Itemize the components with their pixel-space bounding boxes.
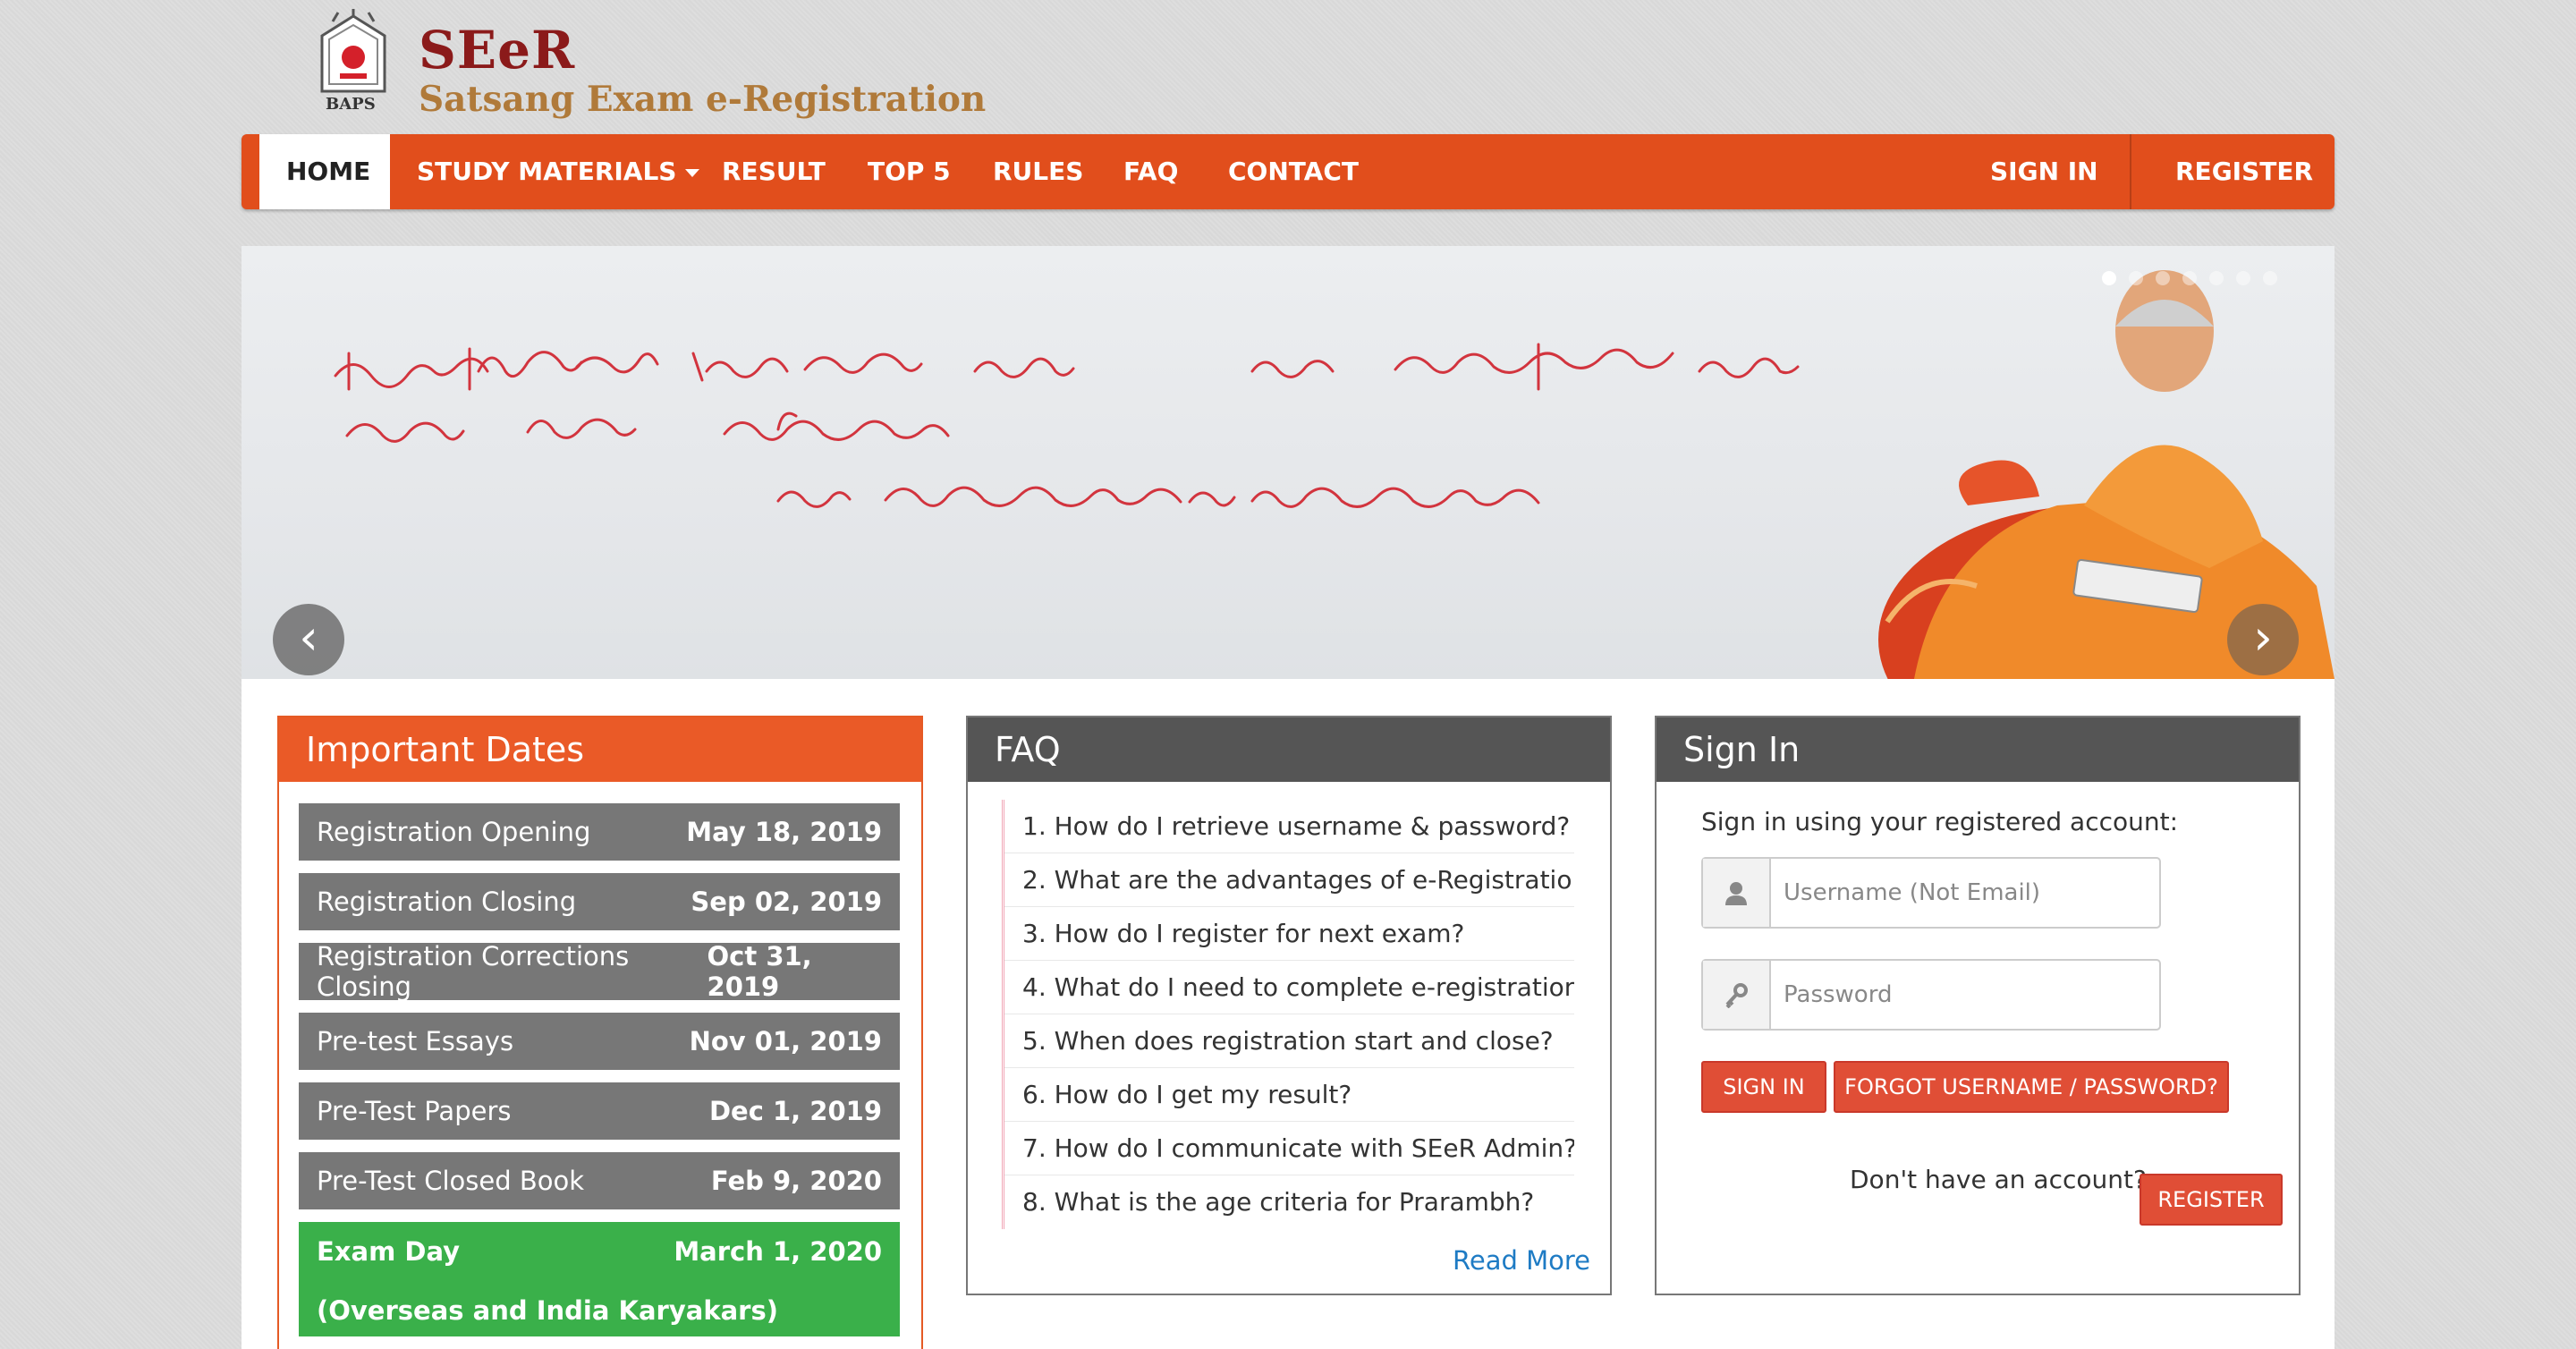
nav-home[interactable]: HOME (259, 134, 390, 209)
no-account-text: Don't have an account? (1850, 1165, 2147, 1194)
nav-contact[interactable]: CONTACT (1201, 134, 1385, 209)
user-icon (1703, 859, 1771, 927)
nav-top5-label: TOP 5 (868, 157, 951, 186)
date-row: Registration Corrections Closing Oct 31,… (299, 941, 900, 1002)
nav-register-label: REGISTER (2175, 157, 2314, 186)
nav-sign-in-label: SIGN IN (1990, 157, 2098, 186)
date-label: Pre-Test Closed Book (317, 1166, 585, 1196)
slide-image (334, 270, 2334, 679)
nav-divider (2130, 134, 2131, 209)
slider-dots (2102, 271, 2277, 285)
date-value: Nov 01, 2019 (689, 1026, 882, 1056)
nav-register[interactable]: REGISTER (2148, 134, 2340, 209)
nav-top5[interactable]: TOP 5 (841, 134, 978, 209)
slider-dot-1[interactable] (2102, 271, 2116, 285)
exam-day-date: March 1, 2020 (674, 1236, 882, 1267)
date-label: Pre-Test Papers (317, 1096, 512, 1126)
slider-dot-5[interactable] (2209, 271, 2224, 285)
brand-title: SEeR (419, 20, 576, 81)
date-row: Pre-test Essays Nov 01, 2019 (299, 1013, 900, 1070)
exam-day-note: (Overseas and India Karyakars) (317, 1295, 778, 1326)
nav-rules-label: RULES (993, 157, 1084, 186)
important-dates-panel: Important Dates Registration Opening May… (277, 716, 923, 1349)
forgot-credentials-button[interactable]: FORGOT USERNAME / PASSWORD? (1834, 1061, 2229, 1113)
faq-item[interactable]: 7. How do I communicate with SEeR Admin? (1004, 1122, 1574, 1175)
slider-dot-2[interactable] (2129, 271, 2143, 285)
faq-panel: FAQ 1. How do I retrieve username & pass… (966, 716, 1612, 1295)
hero-slider: ‹ › (242, 246, 2334, 679)
sign-in-button[interactable]: SIGN IN (1701, 1061, 1826, 1113)
slider-dot-6[interactable] (2236, 271, 2250, 285)
date-label: Registration Closing (317, 887, 577, 917)
faq-item[interactable]: 5. When does registration start and clos… (1004, 1014, 1574, 1068)
date-label: Registration Corrections Closing (317, 941, 630, 1002)
slider-dot-4[interactable] (2182, 271, 2197, 285)
exam-day-row: Exam Day March 1, 2020 (Overseas and Ind… (299, 1222, 900, 1336)
faq-item[interactable]: 1. How do I retrieve username & password… (1004, 800, 1574, 853)
faq-item[interactable]: 4. What do I need to complete e-registra… (1004, 961, 1574, 1014)
sign-in-panel: Sign In Sign in using your registered ac… (1655, 716, 2301, 1295)
read-more-link[interactable]: Read More (1453, 1245, 1590, 1276)
faq-item[interactable]: 6. How do I get my result? (1004, 1068, 1574, 1122)
nav-sign-in[interactable]: SIGN IN (1963, 134, 2125, 209)
slider-dot-3[interactable] (2156, 271, 2170, 285)
slider-prev-button[interactable]: ‹ (273, 604, 344, 675)
site-logo[interactable]: BAPS SEeR Satsang Exam e-Registration (313, 9, 986, 123)
date-row: Registration Opening May 18, 2019 (299, 803, 900, 861)
date-label: Pre-test Essays (317, 1026, 514, 1056)
date-row: Registration Closing Sep 02, 2019 (299, 873, 900, 930)
exam-day-label: Exam Day (317, 1236, 461, 1267)
faq-item[interactable]: 3. How do I register for next exam? (1004, 907, 1574, 961)
faq-title: FAQ (968, 717, 1610, 782)
password-input[interactable] (1771, 961, 2159, 1029)
sign-in-instruction: Sign in using your registered account: (1701, 807, 2179, 836)
faq-item[interactable]: 8. What is the age criteria for Prarambh… (1004, 1175, 1574, 1229)
main-navbar: HOME STUDY MATERIALS RESULT TOP 5 RULES … (242, 134, 2334, 209)
username-input[interactable] (1771, 859, 2159, 927)
nav-study-materials-label: STUDY MATERIALS (417, 157, 677, 186)
key-icon (1703, 961, 1771, 1029)
faq-list: 1. How do I retrieve username & password… (1002, 800, 1574, 1229)
date-label: Registration Opening (317, 817, 591, 847)
sign-in-title: Sign In (1657, 717, 2299, 782)
brand-subtitle: Satsang Exam e-Registration (419, 79, 987, 120)
nav-study-materials[interactable]: STUDY MATERIALS (390, 134, 726, 209)
date-value: Oct 31, 2019 (707, 941, 812, 1002)
nav-result-label: RESULT (722, 157, 826, 186)
nav-contact-label: CONTACT (1228, 157, 1360, 186)
slider-next-button[interactable]: › (2227, 604, 2299, 675)
date-value: Feb 9, 2020 (710, 1166, 882, 1196)
main-content: ‹ › Important Dates Registration Opening… (242, 246, 2334, 1349)
chevron-left-icon: ‹ (299, 609, 318, 666)
date-value: Sep 02, 2019 (691, 887, 882, 917)
logo-baps-text: BAPS (326, 95, 376, 114)
date-row: Pre-Test Closed Book Feb 9, 2020 (299, 1152, 900, 1209)
nav-home-label: HOME (286, 157, 371, 186)
nav-faq[interactable]: FAQ (1097, 134, 1205, 209)
chevron-right-icon: › (2253, 609, 2273, 666)
password-input-group (1701, 959, 2161, 1031)
faq-item[interactable]: 2. What are the advantages of e-Registra… (1004, 853, 1574, 907)
date-row: Pre-Test Papers Dec 1, 2019 (299, 1082, 900, 1140)
username-input-group (1701, 857, 2161, 929)
nav-result[interactable]: RESULT (695, 134, 852, 209)
register-button[interactable]: REGISTER (2140, 1174, 2283, 1226)
slider-dot-7[interactable] (2263, 271, 2277, 285)
nav-rules[interactable]: RULES (966, 134, 1110, 209)
nav-faq-label: FAQ (1123, 157, 1179, 186)
date-value: Dec 1, 2019 (708, 1096, 882, 1126)
important-dates-title: Important Dates (279, 717, 921, 782)
date-value: May 18, 2019 (686, 817, 882, 847)
